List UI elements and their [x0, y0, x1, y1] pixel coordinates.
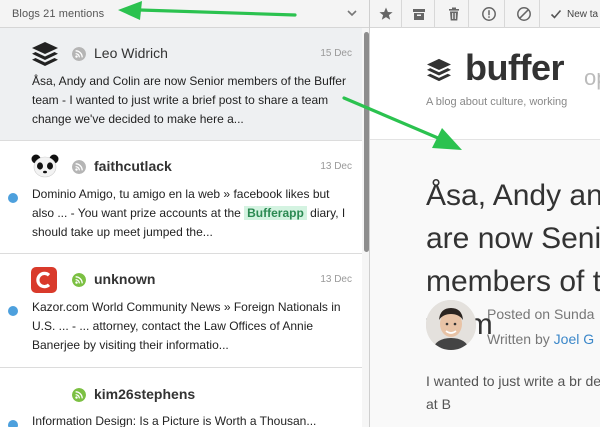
- blog-brand-suffix: op: [584, 65, 600, 90]
- post-snippet: Dominio Amigo, tu amigo en la web » face…: [32, 185, 350, 242]
- post-date: 13 Dec: [320, 161, 352, 172]
- post-snippet: Åsa, Andy and Colin are now Senior membe…: [32, 74, 346, 126]
- unread-dot: [8, 306, 18, 316]
- new-tab-label: New ta: [567, 8, 599, 20]
- written-by: Written by Joel G: [487, 331, 594, 347]
- post-author[interactable]: kim26stephens: [94, 386, 195, 402]
- c-logo-icon: [31, 267, 57, 293]
- trash-icon[interactable]: [446, 6, 462, 22]
- article-excerpt: I wanted to just write a br decided to m…: [426, 373, 600, 412]
- list-item[interactable]: kim26stephens Information Design: Is a P…: [0, 368, 362, 427]
- keyword-highlight: Bufferapp: [244, 206, 307, 220]
- toolbar-divider: [434, 0, 435, 28]
- top-toolbar: Blogs 21 mentions New ta: [0, 0, 600, 28]
- written-prefix: Written by: [487, 331, 554, 347]
- post-author[interactable]: faithcutlack: [94, 158, 172, 174]
- list-item[interactable]: Leo Widrich 15 Dec Åsa, Andy and Colin a…: [0, 28, 362, 141]
- author-avatar: [426, 300, 476, 350]
- buffer-logo-icon: [427, 58, 451, 82]
- post-author[interactable]: Leo Widrich: [94, 45, 168, 61]
- checkmark-icon: [550, 9, 562, 19]
- rss-icon: [72, 47, 86, 61]
- post-snippet: Kazor.com World Community News » Foreign…: [32, 300, 341, 352]
- post-author[interactable]: unknown: [94, 271, 155, 287]
- new-tab-button[interactable]: New ta: [550, 4, 598, 24]
- buffer-stack-icon: [32, 42, 58, 66]
- list-item[interactable]: faithcutlack 13 Dec Dominio Amigo, tu am…: [0, 141, 362, 254]
- blog-brand[interactable]: buffer: [465, 47, 565, 89]
- article-body: Åsa, Andy and Colin are now Senior membe…: [370, 140, 600, 427]
- mention-list: Leo Widrich 15 Dec Åsa, Andy and Colin a…: [0, 28, 369, 427]
- alert-icon[interactable]: [481, 6, 497, 22]
- archive-icon[interactable]: [411, 6, 427, 22]
- unread-dot: [8, 420, 18, 427]
- post-date: 15 Dec: [320, 48, 352, 59]
- block-icon[interactable]: [516, 6, 532, 22]
- toolbar-divider: [539, 0, 540, 28]
- unread-dot: [8, 193, 18, 203]
- star-icon[interactable]: [378, 6, 394, 22]
- panda-icon: [31, 154, 59, 178]
- toolbar-divider: [401, 0, 402, 28]
- rss-icon: [72, 388, 86, 402]
- chevron-down-icon[interactable]: [346, 7, 358, 19]
- blogs-mentions-label[interactable]: Blogs 21 mentions: [12, 8, 104, 20]
- post-snippet: Information Design: Is a Picture is Wort…: [32, 414, 317, 427]
- rss-icon: [72, 160, 86, 174]
- rss-icon: [72, 273, 86, 287]
- blog-tagline: A blog about culture, working: [426, 96, 568, 108]
- posted-date: Posted on Sunda: [487, 306, 595, 322]
- person-photo-icon: [426, 300, 476, 350]
- toolbar-divider: [504, 0, 505, 28]
- author-link[interactable]: Joel G: [554, 331, 594, 347]
- list-item[interactable]: unknown 13 Dec Kazor.com World Community…: [0, 254, 362, 368]
- blog-header: buffer op A blog about culture, working: [370, 28, 600, 140]
- toolbar-divider: [468, 0, 469, 28]
- reader-pane: buffer op A blog about culture, working …: [370, 28, 600, 427]
- post-date: 13 Dec: [320, 274, 352, 285]
